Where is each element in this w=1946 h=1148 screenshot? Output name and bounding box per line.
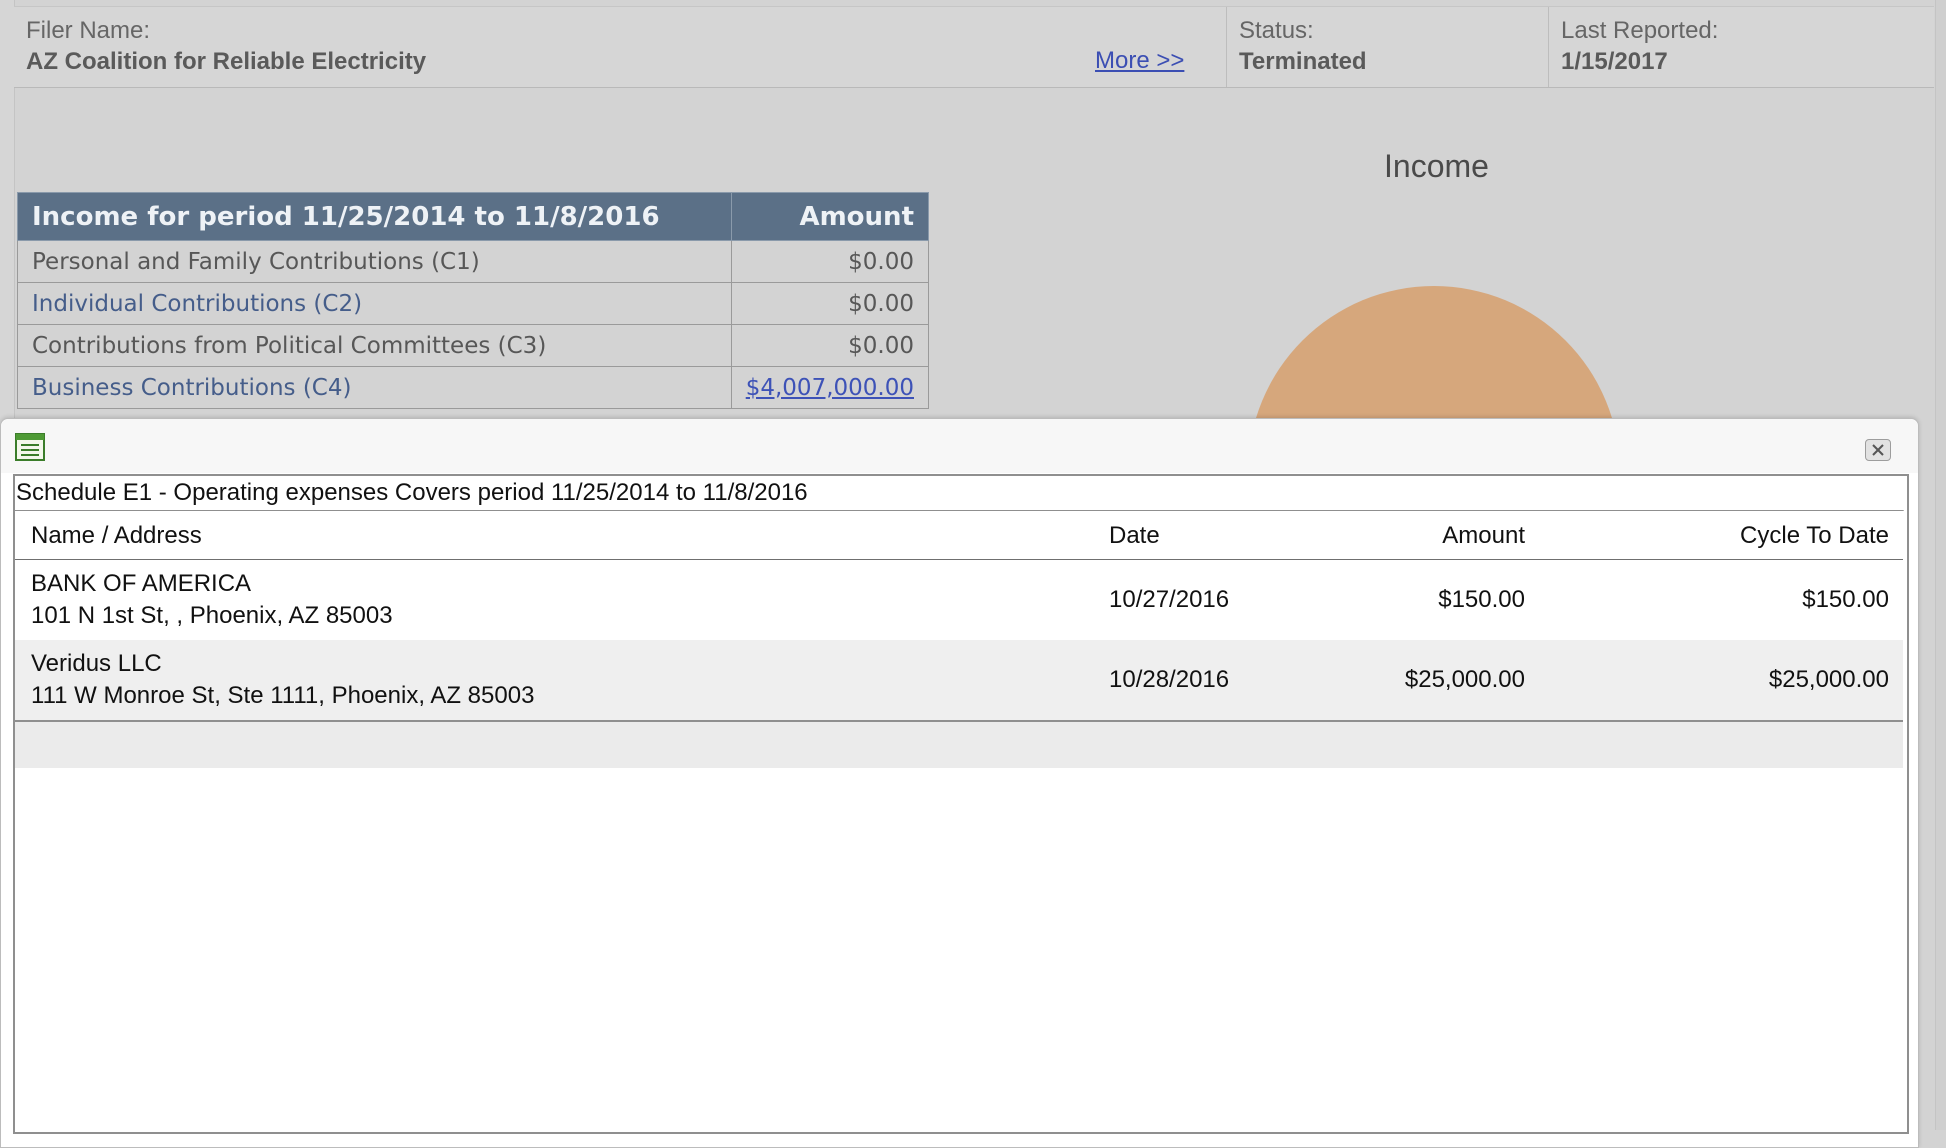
payee-name: BANK OF AMERICA [31,570,252,597]
income-header-name: Income for period 11/25/2014 to 11/8/201… [17,192,732,241]
column-header-name[interactable]: Name / Address [31,522,202,550]
business-contributions-link[interactable]: $4,007,000.00 [746,375,914,401]
status-cell: Status: Terminated [1226,7,1549,87]
grid-header: Name / Address Date Amount Cycle To Date [15,510,1903,561]
modal-header [1,419,1918,473]
status-value: Terminated [1239,48,1367,75]
income-table: Income for period 11/25/2014 to 11/8/201… [17,192,930,409]
income-row-label[interactable]: Individual Contributions (C2) [17,282,732,325]
payee-name: Veridus LLC [31,650,162,677]
income-row-amount: $0.00 [730,282,930,325]
row-amount: $150.00 [1438,586,1525,613]
schedule-caption: Schedule E1 - Operating expenses Covers … [16,476,1904,511]
more-link[interactable]: More >> [1095,47,1184,75]
last-reported-value: 1/15/2017 [1561,48,1668,75]
schedule-modal: Schedule E1 - Operating expenses Covers … [0,418,1919,1148]
grid-footer [15,720,1903,768]
income-row-label: Contributions from Political Committees … [17,324,732,367]
income-header-amount: Amount [730,192,930,241]
income-row[interactable]: Individual Contributions (C2) $0.00 [17,282,930,325]
income-row-amount-cell: $4,007,000.00 [730,366,930,409]
scroll-gutter [1936,0,1946,1146]
income-chart-title: Income [1384,148,1489,184]
row-cycle-to-date: $25,000.00 [1768,666,1889,693]
filer-name-value: AZ Coalition for Reliable Electricity [26,48,427,75]
row-cycle-to-date: $150.00 [1802,586,1889,613]
row-amount: $25,000.00 [1404,666,1525,693]
filer-info-bar: Filer Name: AZ Coalition for Reliable El… [14,6,1934,88]
payee-address: 101 N 1st St, , Phoenix, AZ 85003 [31,602,393,629]
filer-name-cell: Filer Name: AZ Coalition for Reliable El… [14,7,1226,87]
income-row-label: Personal and Family Contributions (C1) [17,240,732,283]
schedule-grid: Schedule E1 - Operating expenses Covers … [13,474,1909,1134]
last-reported-label: Last Reported: [1561,17,1719,44]
filer-name-label: Filer Name: [26,17,151,44]
row-date: 10/27/2016 [1109,586,1230,613]
income-row-label[interactable]: Business Contributions (C4) [17,366,732,409]
income-row: Contributions from Political Committees … [17,324,930,367]
last-reported-cell: Last Reported: 1/15/2017 [1548,7,1935,87]
spreadsheet-icon [15,433,45,461]
close-icon[interactable] [1865,439,1891,461]
row-date: 10/28/2016 [1109,666,1230,693]
status-label: Status: [1239,17,1314,44]
payee-address: 111 W Monroe St, Ste 1111, Phoenix, AZ 8… [31,682,535,709]
income-row: Personal and Family Contributions (C1) $… [17,240,930,283]
income-row[interactable]: Business Contributions (C4) $4,007,000.0… [17,366,930,409]
column-header-amount[interactable]: Amount [1442,522,1525,550]
table-row[interactable]: BANK OF AMERICA 101 N 1st St, , Phoenix,… [15,560,1903,640]
income-row-amount: $0.00 [730,240,930,283]
column-header-date[interactable]: Date [1109,522,1160,550]
column-header-cycle-to-date[interactable]: Cycle To Date [1740,522,1889,550]
income-row-amount: $0.00 [730,324,930,367]
table-row[interactable]: Veridus LLC 111 W Monroe St, Ste 1111, P… [15,640,1903,720]
